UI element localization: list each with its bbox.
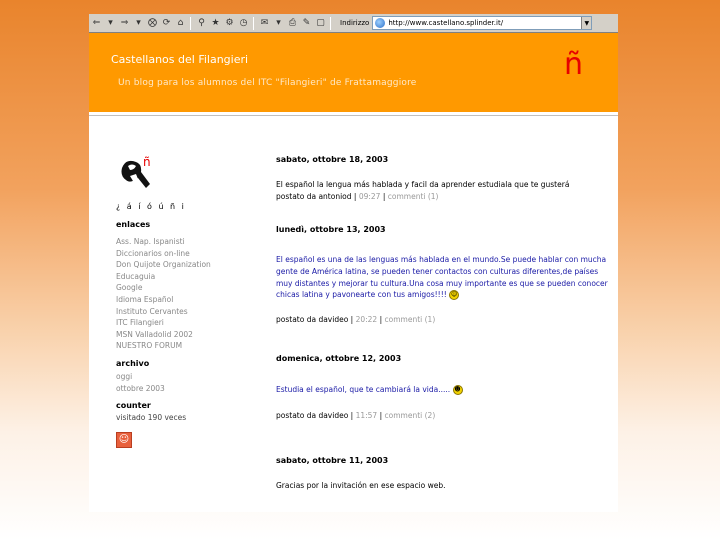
header-divider [89,115,618,116]
archivo-list: oggi ottobre 2003 [116,371,246,394]
sidebar-link[interactable]: Idioma Español [116,294,246,306]
search-icon[interactable]: ⚲ [195,17,208,30]
address-dropdown-icon[interactable]: ▼ [581,17,592,29]
forward-dropdown-icon[interactable]: ▾ [132,17,145,30]
post-time-link[interactable]: 20:22 [356,315,378,324]
post-content: El español es una de las lenguas más hab… [276,254,611,301]
print-icon[interactable]: ⎙ [286,17,299,30]
post-author: postato da antoniod | [276,191,357,201]
svg-text:ñ: ñ [143,155,151,169]
post-item: domenica, ottobre 12, 2003 Estudia el es… [276,354,611,420]
post-content: Estudia el español, que te cambiará la v… [276,384,611,396]
smiley-icon: ☺ [449,290,460,301]
blog-title[interactable]: Castellanos del Filangieri [111,53,248,66]
refresh-icon[interactable]: ⟳ [160,17,173,30]
address-label: Indirizzo [340,19,370,27]
post-meta: postato da davideo | 11:57 | commenti (2… [276,410,436,420]
home-icon[interactable]: ⌂ [174,17,187,30]
browser-window: ⇐ ▾ ⇒ ▾ ⨂ ⟳ ⌂ ⚲ ★ ⚙ ◷ ✉ ▾ ⎙ ✎ ▢ Indirizz… [89,14,618,512]
post-time-link[interactable]: 11:57 [356,411,378,420]
sidebar-link[interactable]: ITC Filangieri [116,317,246,329]
post-comments-link[interactable]: commenti (1) [385,315,436,324]
post-body: Gracias por la invitación en ese espacio… [276,481,446,490]
post-date: sabato, ottobre 11, 2003 [276,456,389,465]
archivo-heading: archivo [116,358,150,368]
post-comments-link[interactable]: commenti (1) [388,192,439,201]
favorites-icon[interactable]: ★ [209,17,222,30]
media-icon[interactable]: ⚙ [223,17,236,30]
sidebar: ñ ¿ á í ó ú ñ i enlaces Ass. Nap. Ispani… [116,154,246,448]
post-author: postato da davideo | [276,315,354,325]
sidebar-link[interactable]: MSN Valladolid 2002 [116,329,246,341]
blog-header: Castellanos del Filangieri Un blog para … [89,33,618,112]
post-body: El español la lengua más hablada y facil… [276,180,570,189]
sidebar-link[interactable]: NUESTRO FORUM [116,340,246,352]
quijote-logo-icon: ñ [116,154,156,194]
blog-subtitle: Un blog para los alumnos del ITC "Filang… [118,78,417,88]
globe-icon [375,18,386,28]
archivo-link[interactable]: ottobre 2003 [116,383,246,395]
history-icon[interactable]: ◷ [237,17,250,30]
back-icon[interactable]: ⇐ [90,17,103,30]
laughing-smiley-icon: ☻ [452,385,463,395]
edit-icon[interactable]: ✎ [300,17,313,30]
back-dropdown-icon[interactable]: ▾ [104,17,117,30]
post-date: domenica, ottobre 12, 2003 [276,354,402,363]
accent-characters: ¿ á í ó ú ñ i [116,202,186,211]
discuss-icon[interactable]: ▢ [314,17,327,30]
post-item: sabato, ottobre 18, 2003 El español la l… [276,155,611,201]
counter-badge-icon[interactable]: ☺ [116,431,132,448]
post-meta: postato da davideo | 20:22 | commenti (1… [276,315,436,325]
address-url[interactable]: http://www.castellano.splinder.it/ [388,19,503,27]
enlaces-heading: enlaces [116,220,151,229]
browser-toolbar: ⇐ ▾ ⇒ ▾ ⨂ ⟳ ⌂ ⚲ ★ ⚙ ◷ ✉ ▾ ⎙ ✎ ▢ Indirizz… [89,14,618,33]
mail-icon[interactable]: ✉ [258,17,271,30]
sidebar-link[interactable]: Ass. Nap. Ispanisti [116,236,246,248]
post-item: sabato, ottobre 11, 2003 Gracias por la … [276,456,611,492]
sidebar-link[interactable]: Google [116,282,246,294]
enye-logo: ñ [564,47,584,82]
sidebar-link[interactable]: Educaguia [116,271,246,283]
enlaces-list: Ass. Nap. Ispanisti Diccionarios on-line… [116,236,246,352]
sidebar-link[interactable]: Diccionarios on-line [116,248,246,260]
post-body: El español es una de las lenguas más hab… [276,255,608,300]
toolbar-separator [330,16,331,30]
post-date: sabato, ottobre 18, 2003 [276,155,389,164]
post-body: Estudia el español, que te cambiará la v… [276,385,451,394]
counter-heading: counter [116,401,151,411]
forward-icon[interactable]: ⇒ [118,17,131,30]
counter-text: visitado 190 veces [116,413,187,423]
stop-icon[interactable]: ⨂ [146,17,159,30]
post-time-link[interactable]: 09:27 [359,192,381,201]
sidebar-link[interactable]: Don Quijote Organization [116,259,246,271]
toolbar-separator [253,16,254,30]
post-date: lunedì, ottobre 13, 2003 [276,225,386,234]
post-item: lunedì, ottobre 13, 2003 El español es u… [276,225,611,324]
sidebar-link[interactable]: Instituto Cervantes [116,306,246,318]
post-comments-link[interactable]: commenti (2) [385,411,436,420]
post-meta: postato da antoniod | 09:27 | commenti (… [276,191,439,201]
post-author: postato da davideo | [276,410,354,420]
toolbar-separator [190,16,191,30]
address-bar[interactable]: http://www.castellano.splinder.it/ ▼ [372,16,593,30]
mail-dropdown-icon[interactable]: ▾ [272,17,285,30]
archivo-link[interactable]: oggi [116,371,246,383]
